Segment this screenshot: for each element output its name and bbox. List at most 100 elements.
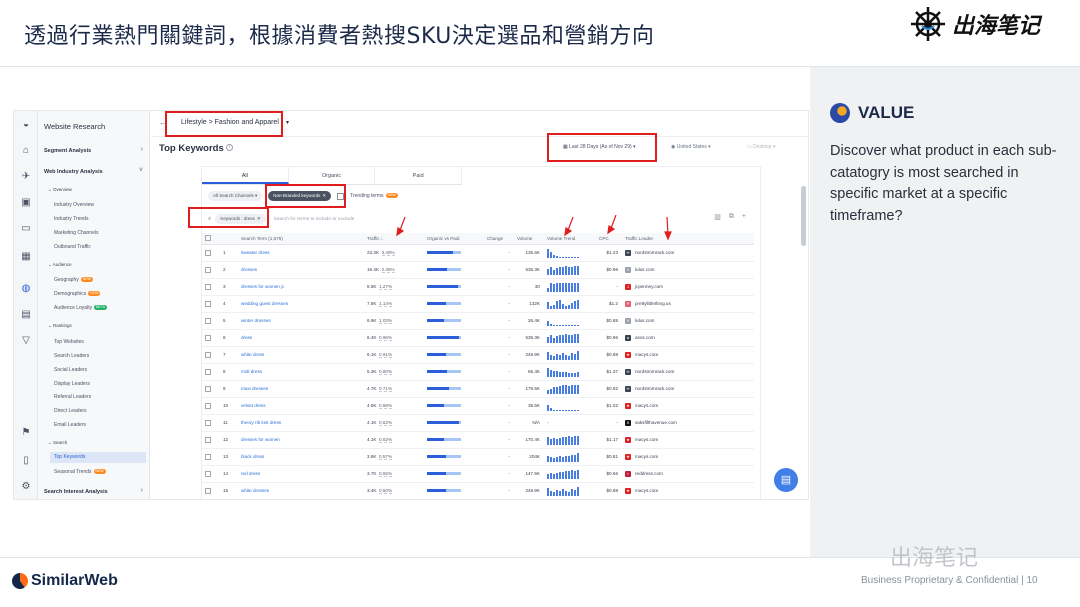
nav-item-outbound-traffic[interactable]: Outbound Traffic [54,244,91,250]
table-row[interactable]: 6 dress 6.4K 0.96% -535.3K $0.96 a asos.com [202,329,754,347]
row-checkbox[interactable] [205,470,211,477]
nav-item-seasonal-trends[interactable]: Seasonal Trends NEW [54,469,106,475]
traffic-leader-cell[interactable]: a asos.com [622,329,754,347]
row-checkbox[interactable] [205,436,211,443]
table-row[interactable]: 14 red dress 3.7K 0.55% -147.5K $0.66 r reddre… [202,465,754,483]
nav-item-industry-trends[interactable]: Industry Trends [54,216,88,222]
row-checkbox[interactable] [205,351,211,358]
search-term-link[interactable]: winter dresses [238,312,364,330]
traffic-leader-cell[interactable]: Jjcpenney.com [622,278,754,296]
row-checkbox[interactable] [205,317,211,324]
row-checkbox[interactable] [205,385,211,392]
home-icon[interactable]: ⌂ [20,145,32,157]
leader-domain[interactable]: macys.com [635,352,658,357]
row-checkbox[interactable] [205,487,211,494]
book-icon[interactable]: ▯ [20,455,32,467]
chat-button[interactable]: ▤ [774,468,798,492]
row-checkbox[interactable] [205,266,211,273]
table-row[interactable]: 12 dresses for women 4.1K 0.62% -170.4K $1.1… [202,431,754,449]
traffic-leader-cell[interactable]: Vlulus.com [622,312,754,330]
search-term-link[interactable]: theory rib knit dress [238,414,364,432]
traffic-leader-cell[interactable]: Pprettylittlething.us [622,295,754,313]
research-icon[interactable]: ▣ [20,197,32,209]
search-term-link[interactable]: dresses [238,261,364,279]
similarweb-icon[interactable]: ◒ [20,119,32,131]
search-term-link[interactable]: dresses for women [238,431,364,449]
traffic-leader-cell[interactable]: ★ macys.com [622,448,754,466]
traffic-leader-cell[interactable]: ★ macys.com [622,482,754,499]
nav-item-display-leaders[interactable]: Display Leaders [54,381,90,387]
leader-domain[interactable]: nordstromrack.com [635,250,674,255]
leader-domain[interactable]: prettylittlething.us [635,301,671,306]
traffic-leader-cell[interactable]: ★ macys.com [622,431,754,449]
nav-item-search-leaders[interactable]: Search Leaders [54,353,89,359]
row-checkbox[interactable] [205,249,211,256]
chevron-right-icon[interactable]: › [141,146,143,153]
nav-item-social-leaders[interactable]: Social Leaders [54,367,87,373]
traffic-leader-cell[interactable]: Hnordstromrack.com [622,380,754,398]
nav-item-geography[interactable]: Geography NEW [54,277,93,283]
chevron-right-icon[interactable]: › [141,487,143,494]
table-row[interactable]: 5 winter dresses 6.9K 1.03% -26.4K $0.85 Vlul… [202,312,754,330]
traffic-leader-cell[interactable]: Hnordstromrack.com [622,244,754,262]
device-filter[interactable]: ▭ Desktop ▾ [747,144,775,150]
nav-item-marketing-channels[interactable]: Marketing Channels [54,230,98,236]
caret-down-icon[interactable]: ▾ [286,119,289,126]
nav-web-industry-analysis[interactable]: Web Industry Analysis [44,169,103,175]
filter-icon[interactable]: ▽ [20,335,32,347]
nav-item-direct-leaders[interactable]: Direct Leaders [54,408,87,414]
row-checkbox[interactable] [205,283,211,290]
table-row[interactable]: 7 white dress 6.1K 0.91% -248.9K $0.88 ★ macys… [202,346,754,364]
search-term-link[interactable]: red dress [238,465,364,483]
leader-domain[interactable]: macys.com [635,437,658,442]
nav-item-top-keywords[interactable]: Top Keywords [50,452,146,463]
search-term-link[interactable]: maxi dresses [238,380,364,398]
excel-icon[interactable]: ▥ [714,213,721,221]
nav-item-demographics[interactable]: Demographics NEW [54,291,101,297]
search-term-link[interactable]: dresses for women jc [238,278,364,296]
scrollbar[interactable] [801,186,806,246]
leader-domain[interactable]: nordstromrack.com [635,369,674,374]
table-row[interactable]: 9 maxi dresses 4.7K 0.71% -179.5K $0.92 Hnord… [202,380,754,398]
leader-domain[interactable]: lulus.com [635,267,654,272]
table-row[interactable]: 2 dresses 16.4K 2.45% -535.3K $0.96 Vlulus.co… [202,261,754,279]
table-row[interactable]: 15 white dresses 3.4K 0.50% -248.9K $0.88 ★ ma… [202,482,754,499]
traffic-leader-cell[interactable]: Hnordstromrack.com [622,363,754,381]
select-all-checkbox[interactable] [205,235,211,242]
globe-nav-icon[interactable]: ◍ [20,283,32,295]
add-icon[interactable]: + [742,213,746,221]
search-term-link[interactable]: white dress [238,346,364,364]
table-row[interactable]: 4 wedding guest dresses 7.6K 1.14% -132K $1.… [202,295,754,313]
leader-domain[interactable]: macys.com [635,454,658,459]
leader-domain[interactable]: macys.com [635,488,658,493]
row-checkbox[interactable] [205,419,211,426]
tab-paid[interactable]: Paid [375,167,463,184]
nav-item-email-leaders[interactable]: Email Leaders [54,422,86,428]
table-row[interactable]: 3 dresses for women jc 8.5K 1.27% -30- Jjcpe… [202,278,754,296]
search-input[interactable]: Search for terms to include or exclude [274,217,355,222]
tab-all[interactable]: All [202,167,289,184]
nav-item-audience-loyalty[interactable]: Audience Loyalty BETA [54,305,107,311]
table-row[interactable]: 8 midi dress 5.3K 0.80% -65.4K $1.37 Hnordstr… [202,363,754,381]
table-row[interactable]: 1 sweater dress 23.3K 3.49% -135.6K $1.23 Hno… [202,244,754,262]
nav-search-interest-analysis[interactable]: Search Interest Analysis [44,489,108,495]
leader-domain[interactable]: lulus.com [635,318,654,323]
country-filter[interactable]: ◉ United States ▾ [671,144,711,150]
table-row[interactable]: 13 black dress 3.8K 0.57% -204K $0.81 ★ macys.… [202,448,754,466]
leader-domain[interactable]: reddress.com [635,471,663,476]
traffic-leader-cell[interactable]: ★ macys.com [622,346,754,364]
apps-icon[interactable]: ▤ [20,309,32,321]
copy-icon[interactable]: ⧉ [729,213,734,221]
nav-item-industry-overview[interactable]: Industry Overview [54,202,94,208]
table-row[interactable]: 11 theory rib knit dress 4.1K 0.62% - N/A - - S… [202,414,754,432]
row-checkbox[interactable] [205,368,211,375]
nav-segment-analysis[interactable]: Segment Analysis [44,148,91,154]
chevron-down-icon[interactable]: ˅ [139,167,143,174]
search-term-link[interactable]: dress [238,329,364,347]
nav-item-top-websites[interactable]: Top Websites [54,339,84,345]
traffic-leader-cell[interactable]: Vlulus.com [622,261,754,279]
folder-icon[interactable]: ▭ [20,223,32,235]
row-checkbox[interactable] [205,334,211,341]
leader-domain[interactable]: asos.com [635,335,655,340]
search-term-link[interactable]: midi dress [238,363,364,381]
